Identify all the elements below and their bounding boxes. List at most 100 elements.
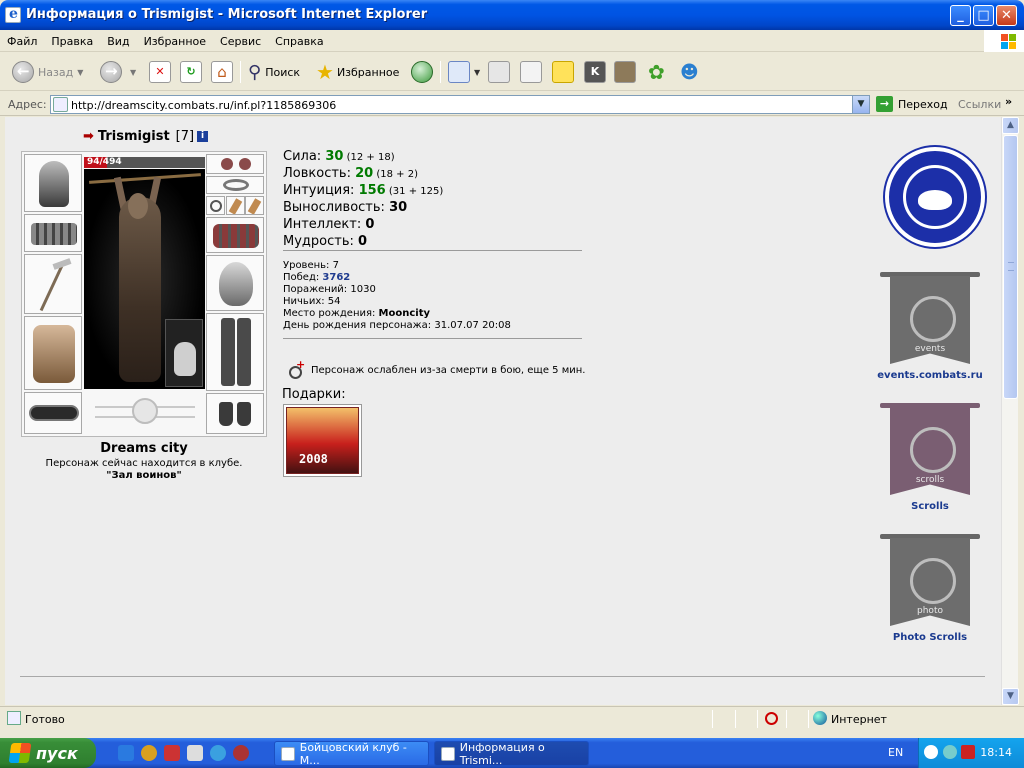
opera-quicklaunch-icon[interactable] xyxy=(141,745,157,761)
forward-button[interactable]: ▼ xyxy=(100,59,136,85)
armor-slot[interactable] xyxy=(24,316,82,390)
toolbar: Назад ▼ ▼ ✕ ↻ ⌂ ⚲ Поиск ★ Избранное ▼ K xyxy=(0,53,1024,91)
start-label: пуск xyxy=(36,743,78,763)
chevron-down-icon[interactable]: ▼ xyxy=(77,68,83,77)
character-header: ➡ Trismigist [7] i xyxy=(83,129,209,144)
tray-k-icon[interactable] xyxy=(961,745,975,759)
refresh-icon: ↻ xyxy=(180,61,202,83)
media-quicklaunch-icon[interactable] xyxy=(164,745,180,761)
print-button[interactable] xyxy=(488,59,510,85)
chevron-down-icon[interactable]: ▼ xyxy=(130,68,136,77)
tray-arrow-icon[interactable] xyxy=(924,745,938,759)
mail-button[interactable]: ▼ xyxy=(448,59,480,85)
app-quicklaunch-icon[interactable] xyxy=(187,745,203,761)
info-icon[interactable]: i xyxy=(197,131,209,142)
history-icon xyxy=(411,61,433,83)
menu-file[interactable]: Файл xyxy=(0,30,44,48)
menu-help[interactable]: Справка xyxy=(268,30,330,48)
task-label: Информация о Trismi... xyxy=(459,740,545,767)
amulet-slot[interactable] xyxy=(206,176,264,194)
stop-button[interactable]: ✕ xyxy=(149,59,171,85)
start-button[interactable]: пуск xyxy=(0,738,96,768)
research-button[interactable] xyxy=(614,59,636,85)
scroll-down-button[interactable]: ▼ xyxy=(1002,688,1019,705)
ie-icon[interactable] xyxy=(5,6,21,23)
ring-slot-2[interactable] xyxy=(226,196,245,215)
k-button[interactable]: K xyxy=(584,59,606,85)
boots-slot[interactable] xyxy=(206,393,264,434)
level-row: Уровень: 7 xyxy=(283,260,339,271)
ie-icon xyxy=(441,746,455,761)
divider xyxy=(20,676,985,677)
events-link-label[interactable]: events.combats.ru xyxy=(860,370,1000,381)
club-emblem xyxy=(84,390,205,434)
status-bar: Готово Интернет xyxy=(0,706,1024,730)
vertical-scrollbar[interactable]: ▲ ▼ xyxy=(1001,117,1019,705)
shield-slot[interactable] xyxy=(206,255,264,311)
gloves-slot[interactable] xyxy=(206,217,264,253)
favorites-button[interactable]: ★ Избранное xyxy=(316,59,399,85)
search-button[interactable]: ⚲ Поиск xyxy=(248,59,300,85)
chevron-right-icon[interactable]: » xyxy=(1005,95,1012,108)
print-icon xyxy=(488,61,510,83)
close-button[interactable]: ✕ xyxy=(996,5,1017,26)
scrolls-link-label[interactable]: Scrolls xyxy=(860,501,1000,512)
ring-slot-1[interactable] xyxy=(206,196,225,215)
earrings-slot[interactable] xyxy=(206,154,264,174)
menu-tools[interactable]: Сервис xyxy=(213,30,268,48)
pet-cat[interactable] xyxy=(165,319,203,387)
clan-emblem[interactable] xyxy=(885,147,985,247)
stat-strength: Сила: 30 (12 + 18) xyxy=(283,149,395,164)
page-icon xyxy=(53,97,68,112)
title-bar[interactable]: Информация о Trismigist - Microsoft Inte… xyxy=(0,0,1024,30)
maximize-button[interactable]: □ xyxy=(973,5,994,26)
menu-edit[interactable]: Правка xyxy=(44,30,100,48)
links-button[interactable]: Ссылки xyxy=(958,98,1001,111)
refresh-button[interactable]: ↻ xyxy=(180,59,202,85)
losses-row: Поражений: 1030 xyxy=(283,284,376,295)
status-text: Готово xyxy=(25,713,65,726)
stat-endurance: Выносливость: 30 xyxy=(283,200,408,215)
bracers-slot[interactable] xyxy=(24,214,82,252)
chevron-down-icon[interactable]: ▼ xyxy=(474,68,480,77)
photo-scrolls-link-label[interactable]: Photo Scrolls xyxy=(860,632,1000,643)
language-indicator[interactable]: EN xyxy=(888,746,903,759)
ie-icon xyxy=(281,746,295,761)
pants-slot[interactable] xyxy=(206,313,264,391)
task-combats-club[interactable]: Бойцовский клуб - M... xyxy=(274,740,429,767)
browser-quicklaunch-icon[interactable] xyxy=(210,745,226,761)
page-content: ➡ Trismigist [7] i 94/494 Dreams city Пе… xyxy=(5,117,1001,705)
messenger-button[interactable]: ☻ xyxy=(680,59,699,85)
hp-bar: 94/494 xyxy=(84,157,205,168)
game-quicklaunch-icon[interactable] xyxy=(233,745,249,761)
belt-slot[interactable] xyxy=(24,392,82,434)
popup-blocker-icon[interactable] xyxy=(765,712,778,725)
scroll-thumb[interactable] xyxy=(1003,135,1018,399)
task-label: Бойцовский клуб - M... xyxy=(299,740,407,767)
go-label: Переход xyxy=(898,97,948,111)
tray-flower-icon[interactable] xyxy=(943,745,957,759)
weapon-slot[interactable] xyxy=(24,254,82,314)
gift-card[interactable]: 2008 xyxy=(283,404,362,477)
notes-button[interactable] xyxy=(552,59,574,85)
history-button[interactable] xyxy=(411,59,437,85)
address-url[interactable]: http://dreamscity.combats.ru/inf.pl?1185… xyxy=(71,99,336,112)
edit-button[interactable] xyxy=(520,59,542,85)
menu-view[interactable]: Вид xyxy=(100,30,136,48)
equipment-panel: 94/494 xyxy=(21,151,267,437)
go-button[interactable]: → Переход xyxy=(876,96,948,112)
task-info-trismigist[interactable]: Информация о Trismi... xyxy=(434,740,589,767)
back-button[interactable]: Назад ▼ xyxy=(12,59,83,85)
icq-button[interactable]: ✿ xyxy=(648,59,665,85)
character-portrait xyxy=(84,169,205,389)
menu-favorites[interactable]: Избранное xyxy=(137,30,213,48)
helmet-slot[interactable] xyxy=(24,154,82,212)
ie-quicklaunch-icon[interactable] xyxy=(118,745,134,761)
ring-slot-3[interactable] xyxy=(245,196,264,215)
minimize-button[interactable]: _ xyxy=(950,5,971,26)
page-icon xyxy=(7,711,21,725)
address-input[interactable]: http://dreamscity.combats.ru/inf.pl?1185… xyxy=(50,95,870,114)
chevron-down-icon[interactable]: ▼ xyxy=(852,96,869,113)
scroll-up-button[interactable]: ▲ xyxy=(1002,117,1019,134)
home-button[interactable]: ⌂ xyxy=(211,59,233,85)
